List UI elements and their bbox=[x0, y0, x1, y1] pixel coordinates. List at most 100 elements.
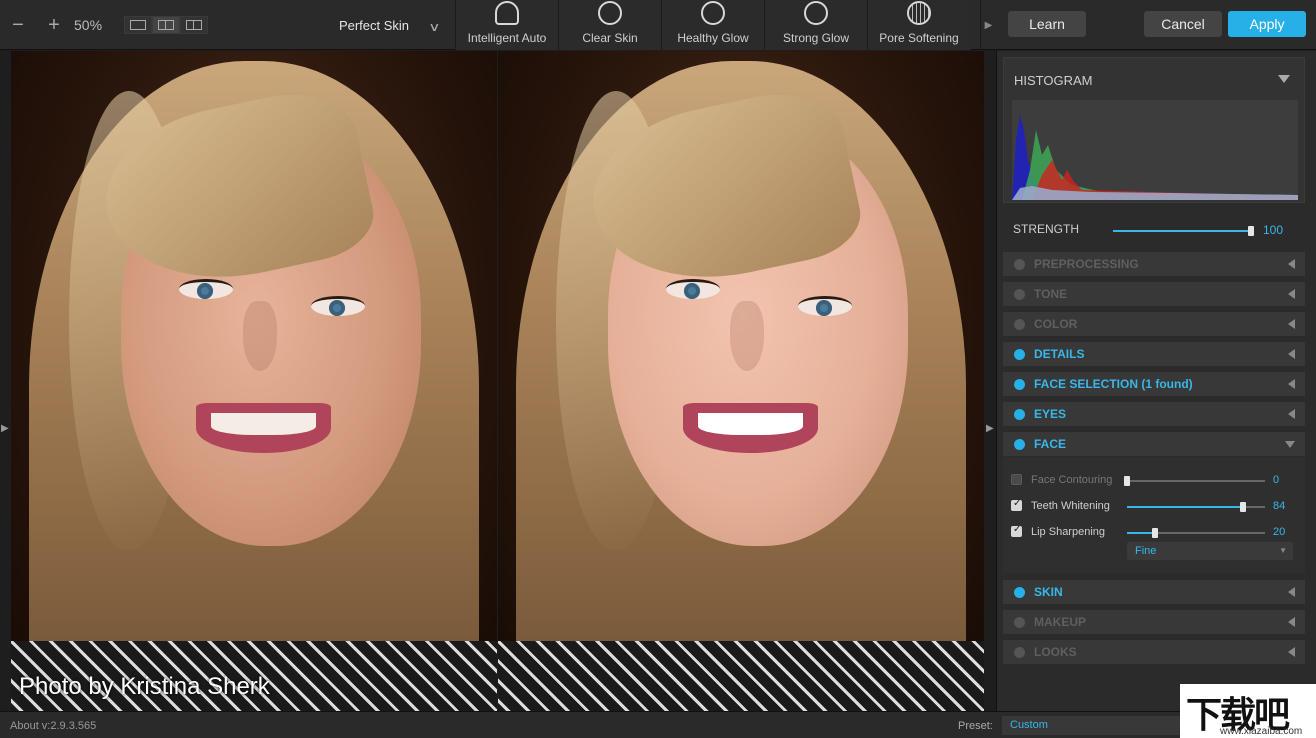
preset-select[interactable]: Custom bbox=[1002, 716, 1182, 735]
zoom-level[interactable]: 50% bbox=[74, 17, 116, 33]
section-label: SKIN bbox=[1034, 585, 1063, 599]
cancel-button[interactable]: Cancel bbox=[1144, 11, 1222, 37]
look-label: Healthy Glow bbox=[677, 31, 749, 45]
status-bar: About v:2.9.3.565 Preset: Custom bbox=[0, 711, 1316, 738]
caret-left-icon bbox=[1288, 349, 1295, 359]
caret-left-icon bbox=[1288, 409, 1295, 419]
histogram-collapse-icon[interactable] bbox=[1278, 75, 1290, 83]
look-intelligent-auto[interactable]: Intelligent Auto bbox=[455, 0, 558, 50]
histogram-graph bbox=[1012, 100, 1298, 200]
apply-button[interactable]: Apply bbox=[1228, 11, 1306, 37]
section-toggle[interactable] bbox=[1014, 348, 1025, 360]
glow-face-icon bbox=[701, 1, 725, 25]
section-face[interactable]: FACE bbox=[1003, 432, 1305, 456]
control-value: 20 bbox=[1273, 526, 1286, 538]
look-clear-skin[interactable]: Clear Skin bbox=[558, 0, 661, 50]
learn-button[interactable]: Learn bbox=[1008, 11, 1086, 37]
collapse-right-icon[interactable]: ▶ bbox=[986, 423, 994, 434]
watermark-url: www.xiazaiba.com bbox=[1220, 726, 1303, 737]
side-by-side-view-button[interactable] bbox=[152, 16, 180, 34]
section-label: EYES bbox=[1034, 407, 1067, 421]
preset-dropdown[interactable]: Perfect Skin ∨ bbox=[318, 0, 454, 50]
section-face-selection[interactable]: FACE SELECTION (1 found) bbox=[1003, 372, 1305, 396]
split-view-icon bbox=[186, 20, 202, 30]
section-toggle[interactable] bbox=[1014, 646, 1025, 658]
photo-canvas[interactable]: ▶ Photo by Kristina Sherk ▶ bbox=[0, 51, 996, 711]
section-toggle[interactable] bbox=[1014, 258, 1025, 270]
preset-label: Preset: bbox=[958, 720, 993, 732]
before-photo: Photo by Kristina Sherk bbox=[11, 51, 497, 711]
side-by-side-icon bbox=[158, 20, 174, 30]
looks-scroll-right-icon[interactable]: ▶ bbox=[980, 0, 996, 50]
section-label: MAKEUP bbox=[1034, 615, 1087, 629]
look-strong-glow[interactable]: Strong Glow bbox=[764, 0, 867, 50]
zoom-controls: − + 50% bbox=[0, 0, 208, 50]
strength-value: 100 bbox=[1263, 223, 1284, 237]
section-color[interactable]: COLOR bbox=[1003, 312, 1305, 336]
caret-left-icon bbox=[1288, 647, 1295, 657]
strength-slider[interactable] bbox=[1113, 226, 1254, 236]
pore-grid-icon bbox=[907, 1, 931, 25]
section-label: COLOR bbox=[1034, 317, 1078, 331]
section-looks[interactable]: LOOKS bbox=[1003, 640, 1305, 664]
section-label: FACE bbox=[1034, 437, 1067, 451]
caret-left-icon bbox=[1288, 587, 1295, 597]
lip-mode-select[interactable]: Fine ▼ bbox=[1127, 542, 1293, 560]
section-tone[interactable]: TONE bbox=[1003, 282, 1305, 306]
section-label: TONE bbox=[1034, 287, 1068, 301]
section-toggle[interactable] bbox=[1014, 438, 1025, 450]
chevron-down-icon: ▼ bbox=[1279, 546, 1287, 555]
teeth-whitening-checkbox[interactable] bbox=[1011, 498, 1022, 511]
face-contouring-row: Face Contouring 0 bbox=[1003, 470, 1305, 490]
lip-sharpening-checkbox[interactable] bbox=[1011, 524, 1022, 537]
single-view-icon bbox=[130, 20, 146, 30]
person-auto-icon bbox=[495, 1, 519, 25]
face-contouring-checkbox[interactable] bbox=[1011, 474, 1022, 485]
chevron-down-icon: ∨ bbox=[428, 20, 441, 34]
histogram: HISTOGRAM bbox=[1003, 57, 1305, 203]
section-makeup[interactable]: MAKEUP bbox=[1003, 610, 1305, 634]
section-toggle[interactable] bbox=[1014, 616, 1025, 628]
section-eyes[interactable]: EYES bbox=[1003, 402, 1305, 426]
about-version[interactable]: About v:2.9.3.565 bbox=[10, 720, 96, 732]
photo-caption: Photo by Kristina Sherk bbox=[19, 673, 270, 700]
view-mode-group bbox=[124, 16, 208, 34]
lip-mode-value: Fine bbox=[1135, 545, 1157, 557]
section-toggle[interactable] bbox=[1014, 378, 1025, 390]
split-view-button[interactable] bbox=[180, 16, 208, 34]
section-details[interactable]: DETAILS bbox=[1003, 342, 1305, 366]
caret-left-icon bbox=[1288, 617, 1295, 627]
section-skin[interactable]: SKIN bbox=[1003, 580, 1305, 604]
face-contouring-slider[interactable] bbox=[1124, 476, 1265, 486]
collapse-left-icon[interactable]: ▶ bbox=[1, 423, 9, 434]
histogram-title: HISTOGRAM bbox=[1014, 73, 1093, 88]
section-label: DETAILS bbox=[1034, 347, 1085, 361]
app-window: − + 50% Perfect Skin ∨ Intelligent Auto … bbox=[0, 0, 1316, 738]
preset-name: Perfect Skin bbox=[338, 17, 410, 33]
look-healthy-glow[interactable]: Healthy Glow bbox=[661, 0, 764, 50]
teeth-whitening-slider[interactable] bbox=[1127, 502, 1265, 512]
looks-strip: Intelligent Auto Clear Skin Healthy Glow… bbox=[455, 0, 970, 50]
section-toggle[interactable] bbox=[1014, 586, 1025, 598]
caret-left-icon bbox=[1288, 319, 1295, 329]
face-profile-icon bbox=[598, 1, 622, 25]
control-label: Teeth Whitening bbox=[1031, 500, 1110, 512]
caret-down-icon bbox=[1285, 440, 1295, 448]
after-photo bbox=[498, 51, 984, 711]
look-pore-softening[interactable]: Pore Softening bbox=[867, 0, 970, 50]
section-toggle[interactable] bbox=[1014, 318, 1025, 330]
toolbar: − + 50% Perfect Skin ∨ Intelligent Auto … bbox=[0, 0, 1316, 50]
zoom-out-button[interactable]: − bbox=[0, 14, 36, 37]
zoom-in-button[interactable]: + bbox=[36, 14, 72, 37]
control-value: 0 bbox=[1273, 474, 1280, 486]
section-toggle[interactable] bbox=[1014, 288, 1025, 300]
lip-sharpening-slider[interactable] bbox=[1127, 528, 1265, 538]
look-label: Clear Skin bbox=[582, 31, 638, 45]
strong-glow-face-icon bbox=[804, 1, 828, 25]
section-preprocessing[interactable]: PREPROCESSING bbox=[1003, 252, 1305, 276]
section-label: LOOKS bbox=[1034, 645, 1077, 659]
section-toggle[interactable] bbox=[1014, 408, 1025, 420]
look-label: Pore Softening bbox=[879, 31, 959, 45]
single-view-button[interactable] bbox=[124, 16, 152, 34]
teeth-whitening-row: Teeth Whitening 84 bbox=[1003, 496, 1305, 516]
